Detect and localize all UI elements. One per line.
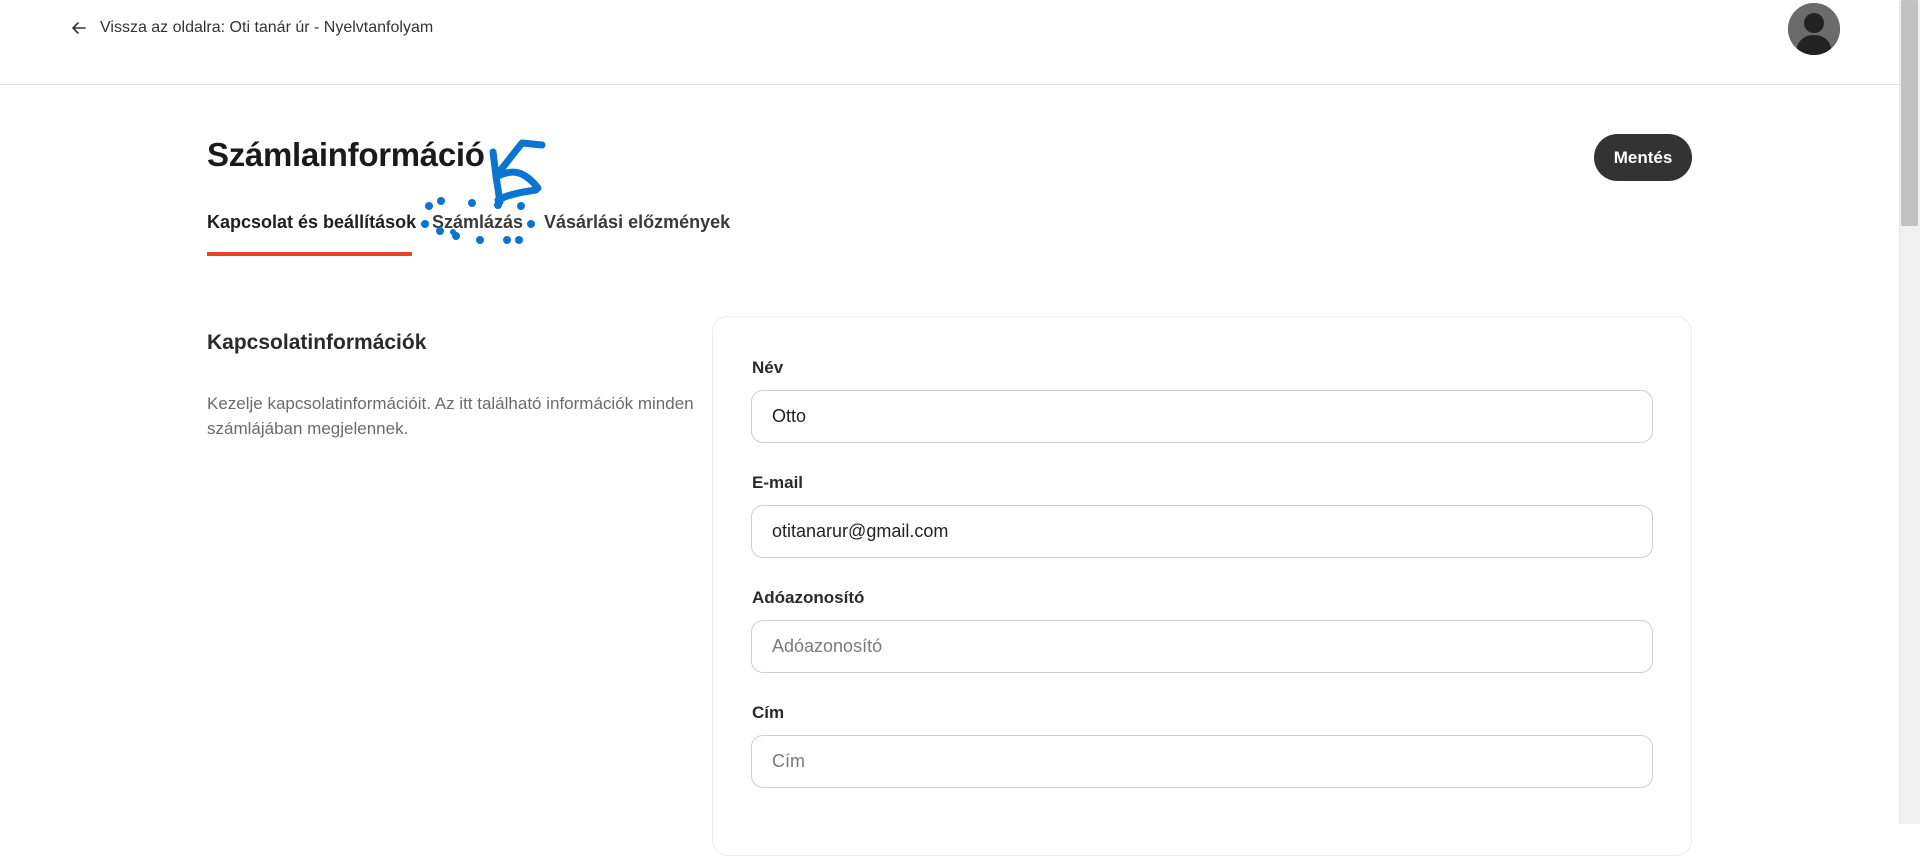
email-field[interactable] (751, 505, 1653, 558)
save-button[interactable]: Mentés (1594, 134, 1692, 181)
tab-contact-settings[interactable]: Kapcsolat és beállítások (207, 212, 416, 233)
name-field[interactable] (751, 390, 1653, 443)
tax-id-field[interactable] (751, 620, 1653, 673)
tax-id-label: Adóazonosító (752, 588, 865, 607)
top-bar: Vissza az oldalra: Oti tanár úr - Nyelvt… (0, 0, 1899, 85)
name-label: Név (752, 358, 784, 377)
page-title: Számlainformáció (207, 136, 485, 173)
user-silhouette-icon (1788, 3, 1840, 55)
scrollbar-thumb[interactable] (1901, 0, 1918, 226)
section-description: Kezelje kapcsolatinformációit. Az itt ta… (207, 394, 694, 438)
active-tab-underline (207, 252, 412, 256)
address-field[interactable] (751, 735, 1653, 788)
arrow-left-icon (72, 22, 86, 34)
back-link[interactable]: Vissza az oldalra: Oti tanár úr - Nyelvt… (70, 19, 433, 37)
tab-purchase-history[interactable]: Vásárlási előzmények (544, 212, 730, 233)
section-title-contact: Kapcsolatinformációk (207, 331, 427, 354)
arrow-annotation (489, 139, 546, 206)
address-label: Cím (752, 703, 785, 722)
tab-billing[interactable]: Számlázás (432, 212, 523, 233)
email-label: E-mail (752, 473, 804, 492)
avatar[interactable] (1788, 3, 1840, 55)
back-link-label: Vissza az oldalra: Oti tanár úr - Nyelvt… (100, 19, 434, 36)
